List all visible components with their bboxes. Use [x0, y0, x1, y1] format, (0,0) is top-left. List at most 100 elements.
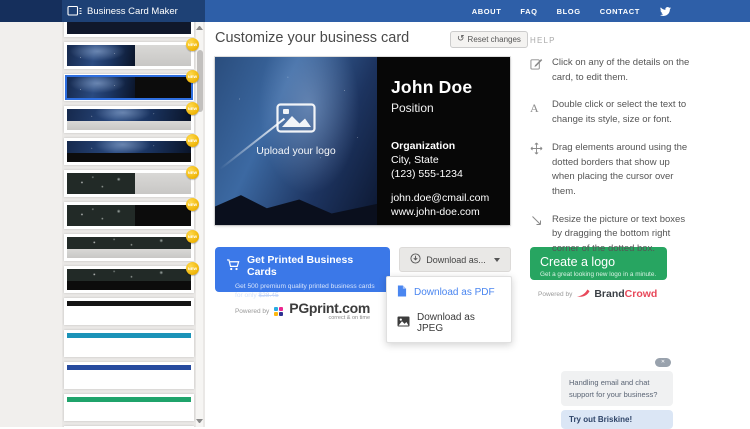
help-item-text: Double click or select the text to chang…	[552, 99, 687, 126]
image-placeholder-icon	[276, 103, 316, 133]
template-thumbnail[interactable]: NEW	[64, 198, 199, 229]
top-nav: Business Card Maker ABOUT FAQ BLOG CONTA…	[0, 0, 750, 22]
edit-icon	[530, 56, 543, 85]
template-thumbnail[interactable]: NEW	[64, 38, 199, 69]
old-price: $28.45	[258, 292, 279, 300]
reset-changes-label: Reset changes	[467, 35, 521, 44]
download-dropdown-menu: Download as PDF Download as JPEG	[386, 276, 512, 343]
print-offer-text: Get 500 premium quality printed business…	[235, 283, 375, 300]
pgprint-name: PGprint.com	[289, 300, 371, 316]
new-badge: NEW	[186, 38, 199, 51]
new-badge: NEW	[186, 262, 199, 275]
reset-changes-button[interactable]: ↺ Reset changes	[450, 31, 528, 48]
resize-icon	[530, 213, 543, 257]
move-icon	[530, 141, 543, 200]
template-thumbnail[interactable]: NEW	[64, 102, 199, 133]
new-price: $19.15!	[280, 292, 303, 300]
brandcrowd-name: BrandCrowd	[594, 288, 658, 300]
template-thumbnail[interactable]: NEW	[64, 230, 199, 261]
brand-name: Business Card Maker	[87, 5, 178, 17]
new-badge: NEW	[186, 102, 199, 115]
card-position-field[interactable]: Position	[391, 101, 506, 115]
chat-cta-link[interactable]: Try out Briskine!	[561, 410, 673, 429]
help-item-text: Drag elements around using the dotted bo…	[552, 141, 688, 198]
brandcrowd-swoosh-icon	[576, 285, 590, 303]
reset-icon: ↺	[457, 34, 465, 44]
jpeg-image-icon	[397, 316, 410, 330]
get-printed-cards-label: Get Printed Business Cards	[247, 254, 354, 278]
menu-item-download-as-pdf[interactable]: Download as PDF	[387, 279, 511, 306]
brand[interactable]: Business Card Maker	[0, 0, 205, 22]
help-item: Click on any of the details on the card,…	[530, 56, 692, 85]
new-badge: NEW	[186, 198, 199, 211]
chat-widget: ✕ Handling email and chat support for yo…	[561, 358, 673, 429]
nav-link-about[interactable]: ABOUT	[472, 7, 502, 16]
business-card-preview[interactable]: Upload your logo John Doe Position Organ…	[215, 57, 510, 225]
download-as-button[interactable]: Download as...	[399, 247, 511, 272]
business-card-logo-icon	[67, 5, 82, 17]
page-title: Customize your business card	[215, 30, 410, 46]
new-badge: NEW	[186, 134, 199, 147]
help-item-text: Resize the picture or text boxes by drag…	[552, 213, 686, 255]
font-icon: A	[530, 101, 539, 116]
main-content: Customize your business card ↺ Reset cha…	[205, 22, 750, 429]
pgprint-logo-icon	[274, 306, 284, 316]
get-printed-cards-button[interactable]: Get Printed Business Cards Get 500 premi…	[215, 247, 390, 299]
sidebar-scrollbar[interactable]	[196, 22, 203, 427]
new-badge: NEW	[186, 230, 199, 243]
help-item-text: Click on any of the details on the card,…	[552, 57, 690, 83]
pdf-file-icon	[397, 285, 407, 300]
template-thumbnail[interactable]: NEW	[64, 262, 199, 293]
card-email-field[interactable]: john.doe@cmail.com	[391, 192, 506, 204]
menu-item-label: Download as JPEG	[417, 312, 475, 334]
help-item: A Double click or select the text to chan…	[530, 98, 692, 127]
card-city-field[interactable]: City, State	[391, 154, 506, 166]
menu-item-label: Download as PDF	[414, 287, 495, 298]
create-logo-subtext: Get a great looking new logo in a minute…	[540, 270, 657, 278]
help-title: HELP	[530, 36, 556, 45]
powered-by-brandcrowd[interactable]: Powered by BrandCrowd	[538, 285, 657, 303]
template-list: NEW NEW NEW NEW NEW NEW NEW NEW	[64, 22, 199, 427]
chevron-down-icon	[493, 257, 500, 262]
template-thumbnail-selected[interactable]: NEW	[64, 70, 199, 101]
card-background-photo[interactable]: Upload your logo	[215, 57, 377, 225]
chat-message: Handling email and chat support for your…	[561, 371, 673, 407]
download-as-label: Download as...	[426, 254, 486, 265]
scroll-down-icon[interactable]	[196, 419, 203, 423]
nav-link-contact[interactable]: CONTACT	[600, 7, 640, 16]
card-phone-field[interactable]: (123) 555-1234	[391, 168, 506, 180]
download-circle-icon	[410, 253, 421, 266]
template-thumbnail[interactable]	[64, 298, 194, 325]
new-badge: NEW	[186, 70, 199, 83]
template-thumbnail[interactable]	[64, 394, 194, 421]
help-panel: HELP Click on any of the details on the …	[530, 36, 692, 270]
upload-logo-label: Upload your logo	[256, 145, 336, 157]
powered-by-label: Powered by	[234, 307, 270, 315]
powered-by-pgprint[interactable]: Powered by PGprint.com correct & on time	[215, 301, 390, 322]
scrollbar-thumb[interactable]	[196, 50, 203, 112]
nav-link-blog[interactable]: BLOG	[557, 7, 581, 16]
twitter-bird-icon[interactable]	[659, 6, 672, 17]
cart-icon	[226, 258, 240, 274]
help-item: Resize the picture or text boxes by drag…	[530, 213, 692, 257]
template-thumbnail[interactable]: NEW	[64, 134, 199, 165]
powered-by-label: Powered by	[538, 290, 573, 298]
scroll-up-icon[interactable]	[196, 26, 203, 30]
menu-item-download-as-jpeg[interactable]: Download as JPEG	[387, 306, 511, 340]
card-info-panel: John Doe Position Organization City, Sta…	[377, 57, 510, 225]
help-item: Drag elements around using the dotted bo…	[530, 141, 692, 200]
card-website-field[interactable]: www.john-doe.com	[391, 206, 506, 218]
template-thumbnail[interactable]	[64, 22, 194, 37]
new-badge: NEW	[186, 166, 199, 179]
nav-links: ABOUT FAQ BLOG CONTACT	[472, 0, 672, 22]
help-items: Click on any of the details on the card,…	[530, 56, 692, 257]
chat-close-button[interactable]: ✕	[655, 358, 671, 367]
template-thumbnail[interactable]	[64, 330, 194, 357]
upload-logo-area[interactable]: Upload your logo	[215, 103, 377, 157]
template-thumbnail[interactable]: NEW	[64, 166, 199, 197]
nav-link-faq[interactable]: FAQ	[520, 7, 537, 16]
pgprint-tagline: correct & on time	[328, 315, 371, 321]
template-thumbnail[interactable]	[64, 362, 194, 389]
card-organization-field[interactable]: Organization	[391, 140, 506, 152]
card-name-field[interactable]: John Doe	[391, 77, 506, 98]
